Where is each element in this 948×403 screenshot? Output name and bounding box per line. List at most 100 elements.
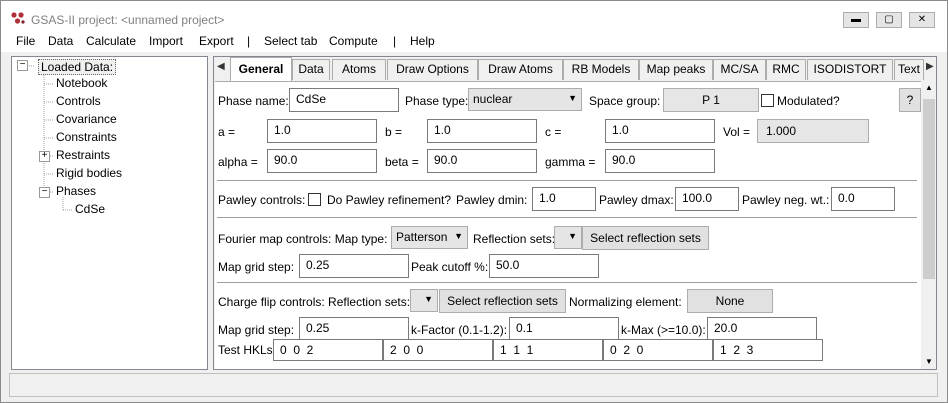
tab-atoms[interactable]: Atoms: [332, 59, 386, 80]
normalizing-element-button[interactable]: None: [687, 289, 773, 313]
general-tab-page: Phase name: CdSe Phase type: nuclear ▼ Sp…: [215, 81, 921, 369]
menu-bar: File Data Calculate Import Export | Sele…: [1, 31, 947, 52]
data-tree[interactable]: − Loaded Data: Notebook Controls Covaria…: [11, 56, 208, 370]
tree-item-phase-cdse[interactable]: CdSe: [75, 202, 105, 216]
menu-compute[interactable]: Compute: [329, 34, 378, 48]
test-hkl-input-5[interactable]: 1 2 3: [713, 339, 823, 361]
close-button[interactable]: ✕: [909, 12, 935, 28]
tab-rmc[interactable]: RMC: [766, 59, 806, 80]
chevron-down-icon: ▼: [568, 93, 577, 103]
pawley-refine-checkbox[interactable]: [308, 193, 321, 206]
tab-draw-options[interactable]: Draw Options: [387, 59, 478, 80]
menu-select-tab[interactable]: Select tab: [264, 34, 317, 48]
menu-separator: |: [393, 34, 397, 48]
scroll-up-icon[interactable]: ▲: [925, 83, 933, 92]
select-reflection-sets-button[interactable]: Select reflection sets: [582, 226, 709, 250]
chevron-down-icon: ▼: [424, 294, 433, 304]
maximize-button[interactable]: ▢: [876, 12, 902, 28]
tab-map-peaks[interactable]: Map peaks: [639, 59, 713, 80]
menu-separator: |: [247, 34, 251, 48]
tab-general[interactable]: General: [230, 57, 292, 81]
scroll-down-icon[interactable]: ▼: [925, 357, 933, 366]
maximize-icon: ▢: [884, 14, 894, 25]
tab-text[interactable]: Text: [894, 59, 924, 80]
cf-map-grid-step-label: Map grid step:: [218, 323, 295, 337]
window-title: GSAS-II project: <unnamed project>: [31, 13, 225, 27]
modulated-label: Modulated?: [777, 94, 840, 108]
b-label: b =: [385, 125, 403, 139]
test-hkl-input-3[interactable]: 1 1 1: [493, 339, 603, 361]
test-hkl-input-4[interactable]: 0 2 0: [603, 339, 713, 361]
phase-type-select[interactable]: nuclear ▼: [468, 88, 582, 111]
cf-reflection-sets-select[interactable]: ▼: [410, 289, 438, 312]
test-hkl-input-2[interactable]: 2 0 0: [383, 339, 493, 361]
collapse-phases-icon[interactable]: −: [39, 187, 50, 198]
phase-name-input[interactable]: CdSe: [289, 88, 399, 112]
b-input[interactable]: 1.0: [427, 119, 537, 143]
tab-scroll-right-icon[interactable]: ▶: [926, 61, 934, 72]
section-divider: [217, 282, 917, 284]
expand-restraints-icon[interactable]: +: [39, 151, 50, 162]
pawley-dmin-input[interactable]: 1.0: [532, 187, 596, 211]
reflection-sets-label: Reflection sets:: [473, 232, 556, 246]
map-type-select[interactable]: Patterson ▼: [391, 226, 468, 249]
menu-export[interactable]: Export: [199, 34, 234, 48]
help-button[interactable]: ?: [899, 88, 921, 112]
menu-help[interactable]: Help: [410, 34, 435, 48]
modulated-checkbox[interactable]: [761, 94, 774, 107]
scrollbar-thumb[interactable]: [923, 99, 935, 279]
pawley-neg-wt-label: Pawley neg. wt.:: [742, 193, 830, 207]
chevron-down-icon: ▼: [454, 231, 463, 241]
map-grid-step-input[interactable]: 0.25: [299, 254, 409, 278]
collapse-root-icon[interactable]: −: [17, 60, 28, 71]
section-divider: [217, 180, 917, 182]
tab-mcsa[interactable]: MC/SA: [713, 59, 766, 80]
test-hkl-input-1[interactable]: 0 0 2: [273, 339, 383, 361]
tree-item-controls[interactable]: Controls: [56, 94, 101, 108]
peak-cutoff-input[interactable]: 50.0: [489, 254, 599, 278]
pawley-dmax-label: Pawley dmax:: [599, 193, 674, 207]
vertical-scrollbar[interactable]: ▲ ▼: [922, 81, 936, 369]
tree-item-notebook[interactable]: Notebook: [56, 76, 107, 90]
pawley-neg-wt-input[interactable]: 0.0: [831, 187, 895, 211]
alpha-input[interactable]: 90.0: [267, 149, 377, 173]
k-factor-input[interactable]: 0.1: [509, 317, 619, 341]
cf-select-reflection-sets-button[interactable]: Select reflection sets: [439, 289, 566, 313]
tab-data[interactable]: Data: [292, 59, 330, 80]
tab-isodistort[interactable]: ISODISTORT: [807, 59, 893, 80]
menu-import[interactable]: Import: [149, 34, 183, 48]
vol-field[interactable]: 1.000: [757, 119, 869, 143]
phase-panel: ◀ General Data Atoms Draw Options Draw A…: [213, 56, 937, 370]
space-group-label: Space group:: [589, 94, 661, 108]
tree-root-loaded-data[interactable]: Loaded Data:: [38, 59, 117, 75]
tree-item-constraints[interactable]: Constraints: [56, 130, 117, 144]
tree-item-covariance[interactable]: Covariance: [56, 112, 117, 126]
c-input[interactable]: 1.0: [605, 119, 715, 143]
phase-type-value: nuclear: [473, 92, 513, 106]
reflection-sets-select[interactable]: ▼: [554, 226, 582, 249]
minimize-button[interactable]: ▬: [843, 12, 869, 28]
tab-rb-models[interactable]: RB Models: [563, 59, 639, 80]
vol-label: Vol =: [723, 125, 751, 139]
menu-data[interactable]: Data: [48, 34, 73, 48]
menu-file[interactable]: File: [16, 34, 35, 48]
tab-draw-atoms[interactable]: Draw Atoms: [478, 59, 563, 80]
minimize-icon: ▬: [851, 14, 861, 25]
space-group-field[interactable]: P 1: [663, 88, 759, 112]
gamma-input[interactable]: 90.0: [605, 149, 715, 173]
pawley-dmax-input[interactable]: 100.0: [675, 187, 739, 211]
tree-item-rigid-bodies[interactable]: Rigid bodies: [56, 166, 122, 180]
k-max-input[interactable]: 20.0: [707, 317, 817, 341]
phase-name-label: Phase name:: [218, 94, 289, 108]
menu-calculate[interactable]: Calculate: [86, 34, 136, 48]
a-input[interactable]: 1.0: [267, 119, 377, 143]
tree-item-phases[interactable]: Phases: [56, 184, 96, 198]
tree-item-restraints[interactable]: Restraints: [56, 148, 110, 162]
title-bar[interactable]: GSAS-II project: <unnamed project> ▬ ▢ ✕: [1, 1, 947, 31]
test-hkls-label: Test HKLs:: [218, 343, 277, 357]
tab-scroll-left-icon[interactable]: ◀: [217, 61, 225, 72]
cf-map-grid-step-input[interactable]: 0.25: [299, 317, 409, 341]
c-label: c =: [545, 125, 562, 139]
fourier-map-label: Fourier map controls: Map type:: [218, 232, 388, 246]
beta-input[interactable]: 90.0: [427, 149, 537, 173]
